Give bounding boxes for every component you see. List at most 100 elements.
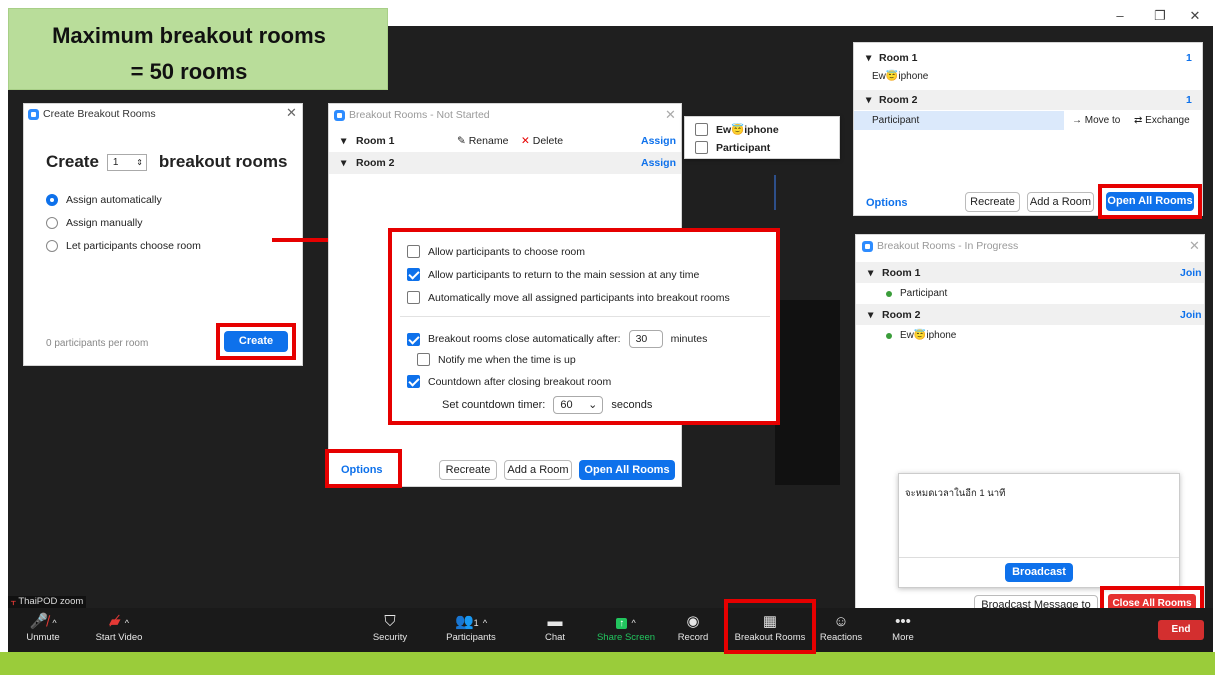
- close-minutes-input[interactable]: 30: [628, 330, 663, 348]
- room-row-2[interactable]: ▾ Room 2 Assign: [329, 152, 681, 174]
- room-row-2[interactable]: ▾ Room 2 Join: [856, 304, 1204, 325]
- broadcast-message-input[interactable]: จะหมดเวลาในอีก 1 นาที: [905, 486, 1005, 501]
- assign-button[interactable]: Assign: [641, 135, 676, 147]
- chat-button[interactable]: ▬ Chat: [535, 612, 575, 652]
- options-panel: Allow participants to choose room Allow …: [388, 228, 780, 425]
- recreate-button[interactable]: Recreate: [965, 192, 1020, 212]
- name-tag: ᚁ ThaiPOD zoom: [8, 596, 87, 608]
- join-button[interactable]: Join: [1180, 267, 1202, 279]
- room-row-2[interactable]: ▾ Room 2 1: [854, 90, 1202, 110]
- dialog-title: Create Breakout Rooms: [28, 108, 156, 120]
- share-screen-button[interactable]: ↑ ^ Share Screen: [592, 612, 660, 652]
- move-to-button[interactable]: → Move to: [1072, 115, 1120, 126]
- checkbox-checked-icon[interactable]: [407, 332, 420, 346]
- stepper-arrows-icon[interactable]: ⇕: [136, 158, 143, 167]
- chevron-down-icon[interactable]: ▾: [866, 94, 871, 106]
- shield-icon: ⛉: [384, 613, 396, 630]
- participants-icon: 👥1 ^: [454, 613, 488, 630]
- assign-button[interactable]: Assign: [641, 157, 676, 169]
- participants-per-room: 0 participants per room: [46, 338, 149, 349]
- checkbox-checked-icon[interactable]: [407, 268, 420, 281]
- auto-move-option[interactable]: Automatically move all assigned particip…: [407, 291, 730, 304]
- rename-button[interactable]: ✎ Rename: [457, 135, 508, 147]
- security-button[interactable]: ⛉ Security: [365, 612, 415, 652]
- minimize-button[interactable]: –: [1100, 8, 1140, 26]
- start-video-button[interactable]: ▰̸ ^ Start Video: [84, 612, 154, 652]
- exchange-button[interactable]: ⇄ Exchange: [1134, 115, 1190, 126]
- chevron-down-icon[interactable]: ▾: [341, 157, 346, 169]
- participants-button[interactable]: 👥1 ^ Participants: [438, 612, 504, 652]
- broadcast-popup: จะหมดเวลาในอีก 1 นาที Broadcast: [898, 473, 1180, 588]
- share-screen-icon: ↑ ^: [592, 612, 660, 632]
- assigned-rooms-dialog: ▾ Room 1 1 Ew😇iphone ▾ Room 2 1 Particip…: [853, 42, 1203, 219]
- assign-popup-item[interactable]: Participant: [695, 141, 770, 154]
- participants-choose-option[interactable]: Let participants choose room: [46, 240, 201, 252]
- chevron-down-icon[interactable]: ▾: [866, 52, 871, 64]
- room-count-stepper[interactable]: 1 ⇕: [106, 153, 147, 171]
- status-dot-icon: [886, 332, 892, 339]
- recreate-button[interactable]: Recreate: [439, 460, 497, 480]
- member-item[interactable]: Ew😇iphone: [872, 71, 928, 82]
- open-all-rooms-button[interactable]: Open All Rooms: [1106, 192, 1194, 211]
- close-auto-option[interactable]: Breakout rooms close automatically after…: [407, 330, 707, 348]
- divider: [400, 316, 770, 317]
- assign-popup-item[interactable]: Ew😇iphone: [695, 123, 779, 136]
- delete-icon: ✕: [521, 135, 530, 147]
- move-icon: →: [1072, 115, 1082, 126]
- chevron-down-icon[interactable]: ▾: [868, 309, 873, 321]
- member-item: Participant: [886, 288, 947, 299]
- checkbox-checked-icon[interactable]: [407, 375, 420, 388]
- record-icon: ◉: [686, 613, 700, 630]
- close-icon[interactable]: ✕: [1189, 238, 1200, 254]
- broadcast-button[interactable]: Broadcast: [1005, 563, 1073, 582]
- allow-return-option[interactable]: Allow participants to return to the main…: [407, 268, 699, 281]
- room-row-1[interactable]: ▾ Room 1 Join: [856, 262, 1204, 283]
- add-room-button[interactable]: Add a Room: [1027, 192, 1094, 212]
- checkbox-icon[interactable]: [417, 353, 430, 366]
- breakout-rooms-button[interactable]: ▦ Breakout Rooms: [728, 612, 812, 652]
- checkbox-icon[interactable]: [695, 123, 708, 136]
- exchange-icon: ⇄: [1134, 115, 1143, 126]
- close-window-button[interactable]: ✕: [1175, 8, 1215, 26]
- in-progress-dialog: Breakout Rooms - In Progress ✕ ▾ Room 1 …: [855, 234, 1205, 629]
- assign-manually-option[interactable]: Assign manually: [46, 217, 142, 229]
- countdown-option[interactable]: Countdown after closing breakout room: [407, 375, 611, 388]
- options-link[interactable]: Options: [866, 197, 908, 209]
- checkbox-icon[interactable]: [407, 291, 420, 304]
- countdown-select[interactable]: 60 ⌄: [553, 396, 604, 414]
- delete-button[interactable]: ✕ Delete: [521, 135, 563, 147]
- record-button[interactable]: ◉ Record: [671, 612, 715, 652]
- chevron-down-icon[interactable]: ▾: [341, 135, 346, 147]
- close-icon[interactable]: ✕: [665, 107, 676, 123]
- divider: [899, 557, 1179, 558]
- chevron-down-icon[interactable]: ▾: [868, 267, 873, 279]
- dialog-title: Breakout Rooms - Not Started: [334, 109, 490, 121]
- join-button[interactable]: Join: [1180, 309, 1202, 321]
- close-icon[interactable]: ✕: [286, 105, 297, 121]
- unmute-button[interactable]: 🎤̸ ^ Unmute: [18, 612, 68, 652]
- radio-icon[interactable]: [46, 240, 58, 252]
- end-button[interactable]: End: [1158, 620, 1204, 640]
- options-link[interactable]: Options: [341, 464, 383, 476]
- reactions-button[interactable]: ☺ Reactions: [816, 612, 866, 652]
- assign-automatically-option[interactable]: Assign automatically: [46, 194, 162, 206]
- zoom-logo-icon: [28, 108, 39, 120]
- radio-icon[interactable]: [46, 217, 58, 229]
- checkbox-icon[interactable]: [695, 141, 708, 154]
- restore-button[interactable]: ❐: [1140, 8, 1180, 26]
- room-row-1[interactable]: ▾ Room 1 ✎ Rename ✕ Delete Assign: [329, 130, 681, 152]
- checkbox-icon[interactable]: [407, 245, 420, 258]
- open-all-rooms-button[interactable]: Open All Rooms: [579, 460, 675, 480]
- radio-icon[interactable]: [46, 194, 58, 206]
- notify-option[interactable]: Notify me when the time is up: [417, 353, 576, 366]
- room-row-1[interactable]: ▾ Room 1 1: [854, 48, 1202, 68]
- more-icon: •••: [895, 613, 911, 630]
- member-row-selected[interactable]: Participant: [854, 111, 1064, 130]
- create-button[interactable]: Create: [224, 331, 288, 352]
- mic-muted-icon: ᚁ: [11, 596, 16, 607]
- chat-icon: ▬: [547, 613, 563, 630]
- more-button[interactable]: ••• More: [883, 612, 923, 652]
- allow-choose-option[interactable]: Allow participants to choose room: [407, 245, 585, 258]
- mic-muted-icon: 🎤̸ ^: [29, 613, 57, 630]
- add-room-button[interactable]: Add a Room: [504, 460, 572, 480]
